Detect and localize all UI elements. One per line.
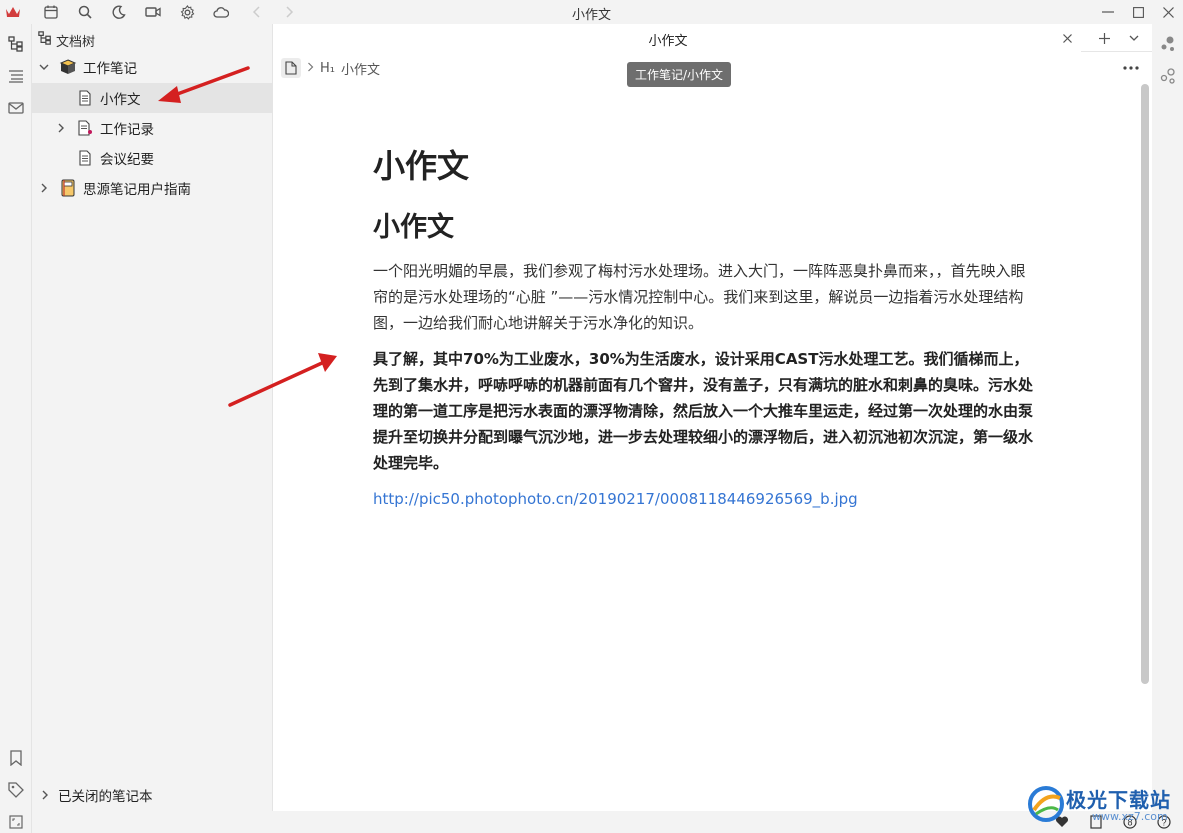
settings-gear-icon[interactable] (178, 3, 196, 21)
breadcrumb: H₁ 小作文 (281, 58, 380, 78)
closed-notebooks-label: 已关闭的笔记本 (58, 789, 153, 805)
document-title[interactable]: 小作文 (373, 144, 1033, 188)
document-icon (76, 149, 94, 167)
left-dock (0, 24, 32, 833)
maximize-button[interactable] (1127, 2, 1149, 22)
breadcrumb-heading-marker: H₁ (320, 60, 335, 76)
breadcrumb-document-icon[interactable] (281, 58, 301, 78)
notebook-box-icon (59, 58, 77, 76)
outline-icon[interactable] (6, 66, 26, 86)
tab-xiaozuowen[interactable]: 小作文 (273, 24, 1081, 52)
back-arrow-icon[interactable] (248, 3, 266, 21)
file-tree-panel: 文档树 工作笔记 小作文 工作记录 会议纪要 思源笔记用户指南 已关闭的笔记本 (32, 24, 272, 811)
document-content[interactable]: 小作文 小作文 一个阳光明媚的早晨，我们参观了梅村污水处理场。进入大门，一阵阵恶… (373, 144, 1033, 512)
calendar-icon[interactable] (42, 3, 60, 21)
paragraph-2-bold[interactable]: 具了解，其中70%为工业废水，30%为生活废水，设计采用CAST污水处理工艺。我… (373, 346, 1033, 476)
title-bar: 小作文 (0, 0, 1183, 24)
file-tree-icon[interactable] (6, 34, 26, 54)
forward-arrow-icon[interactable] (280, 3, 298, 21)
crown-logo-icon[interactable] (4, 3, 22, 21)
watermark-url: www.xz7.com (1092, 810, 1168, 823)
tree-item-label: 会议纪要 (100, 152, 154, 168)
right-dock (1152, 24, 1183, 811)
file-tree-header-label: 文档树 (56, 34, 96, 50)
tree-item-meeting-minutes[interactable]: 会议纪要 (32, 143, 272, 173)
tree-item-xiaozuowen[interactable]: 小作文 (32, 83, 272, 113)
image-link[interactable]: http://pic50.photophoto.cn/20190217/0008… (373, 486, 1033, 512)
tab-list-chevron-icon[interactable] (1125, 29, 1143, 47)
bookmark-icon[interactable] (6, 748, 26, 768)
cloud-sync-icon[interactable] (212, 3, 230, 21)
paragraph-1[interactable]: 一个阳光明媚的早晨，我们参观了梅村污水处理场。进入大门，一阵阵恶臭扑鼻而来，，首… (373, 258, 1033, 336)
chevron-right-icon[interactable] (38, 788, 52, 802)
watermark-text: 极光下载站 (1066, 788, 1171, 812)
watermark-logo-icon (1028, 786, 1064, 822)
moon-icon[interactable] (110, 3, 128, 21)
document-with-children-icon (76, 119, 94, 137)
more-options-icon[interactable] (1121, 58, 1141, 78)
guide-book-icon (59, 179, 77, 197)
file-tree-header: 文档树 (38, 30, 95, 50)
video-icon[interactable] (144, 3, 162, 21)
fullscreen-icon[interactable] (6, 812, 26, 832)
close-window-button[interactable] (1157, 2, 1179, 22)
minimize-button[interactable] (1097, 2, 1119, 22)
inbox-mail-icon[interactable] (6, 98, 26, 118)
tab-bar: 小作文 (273, 24, 1153, 52)
breadcrumb-tooltip: 工作笔记/小作文 (627, 62, 732, 87)
search-icon[interactable] (76, 3, 94, 21)
breadcrumb-separator-icon (307, 61, 314, 76)
breadcrumb-heading-label[interactable]: 小作文 (341, 59, 380, 78)
tree-notebook-user-guide[interactable]: 思源笔记用户指南 (32, 173, 272, 203)
tree-item-work-records[interactable]: 工作记录 (32, 113, 272, 143)
tree-notebook-label: 思源笔记用户指南 (83, 182, 191, 198)
watermark: 极光下载站 www.xz7.com (1022, 780, 1182, 830)
tree-item-label: 工作记录 (100, 122, 154, 138)
tree-item-label: 小作文 (100, 92, 141, 108)
graph-view-icon[interactable] (1158, 34, 1178, 54)
add-tab-icon[interactable] (1095, 29, 1113, 47)
editor-panel: 小作文 H₁ 小作文 工作笔记/小作文 小作文 小作文 一个阳光明媚的早晨，我们… (272, 24, 1153, 811)
heading-1[interactable]: 小作文 (373, 208, 1033, 248)
file-tree-header-icon (38, 31, 52, 49)
tree-notebook-work-notes[interactable]: 工作笔记 (32, 52, 272, 82)
tag-icon[interactable] (6, 780, 26, 800)
document-icon (76, 89, 94, 107)
editor-scrollbar[interactable] (1141, 84, 1149, 684)
closed-notebooks-section[interactable]: 已关闭的笔记本 (38, 784, 153, 806)
tree-notebook-label: 工作笔记 (83, 61, 137, 77)
chevron-right-icon[interactable] (54, 121, 68, 135)
chevron-down-icon[interactable] (37, 60, 51, 74)
tab-label: 小作文 (648, 34, 688, 49)
global-graph-icon[interactable] (1158, 66, 1178, 86)
close-tab-icon[interactable] (1059, 30, 1075, 46)
chevron-right-icon[interactable] (37, 181, 51, 195)
